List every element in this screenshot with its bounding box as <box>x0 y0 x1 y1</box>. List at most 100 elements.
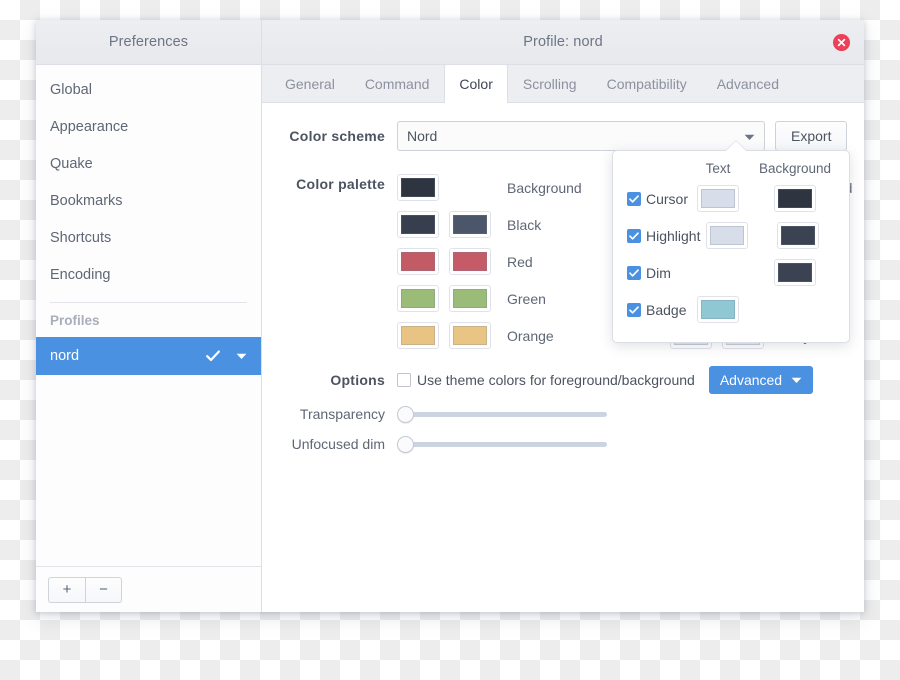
tab-scrolling[interactable]: Scrolling <box>508 64 592 102</box>
swatch-green-bright[interactable] <box>449 285 491 312</box>
highlight-checkbox[interactable] <box>627 228 641 243</box>
swatch-color <box>401 289 435 308</box>
color-scheme-select[interactable]: Nord <box>397 121 765 151</box>
check-icon[interactable] <box>206 350 220 362</box>
color-tab-pane: Color scheme Nord Export Color palette B… <box>262 103 864 612</box>
popover-arrow <box>725 141 747 152</box>
palette-row-label: Black <box>507 216 542 233</box>
badge-text-swatch[interactable] <box>697 296 739 323</box>
swatch-color <box>453 289 487 308</box>
dim-background-swatch[interactable] <box>774 259 816 286</box>
swatch-color <box>778 189 812 208</box>
advanced-button[interactable]: Advanced <box>708 366 814 394</box>
swatch-red-bright[interactable] <box>449 248 491 275</box>
highlight-toggle[interactable]: Highlight <box>627 228 700 244</box>
advanced-colors-popover: Text Background Cursor Highlight Dim Bad… <box>612 140 850 343</box>
highlight-bg-cell <box>762 222 835 249</box>
sidebar-item-shortcuts[interactable]: Shortcuts <box>36 219 261 256</box>
sidebar-title: Preferences <box>108 34 189 50</box>
tab-advanced[interactable]: Advanced <box>702 64 794 102</box>
tab-color[interactable]: Color <box>444 64 508 103</box>
sidebar-item-quake[interactable]: Quake <box>36 145 261 182</box>
dim-label: Dim <box>646 264 671 281</box>
swatch-color <box>401 215 435 234</box>
swatch-orange-normal[interactable] <box>397 322 439 349</box>
sidebar-item-label: Appearance <box>50 118 129 135</box>
cursor-toggle[interactable]: Cursor <box>627 191 689 207</box>
sidebar-item-label: Shortcuts <box>50 229 112 246</box>
swatch-background[interactable] <box>397 174 439 201</box>
theme-colors-checkbox[interactable] <box>397 373 411 387</box>
swatch-red-normal[interactable] <box>397 248 439 275</box>
main-panel: General Command Color Scrolling Compatib… <box>262 64 864 612</box>
sidebar-footer: + − <box>36 566 261 612</box>
slider-knob[interactable] <box>397 435 414 453</box>
swatch-color <box>453 215 487 234</box>
transparency-slider[interactable] <box>397 404 607 424</box>
swatch-green-normal[interactable] <box>397 285 439 312</box>
add-profile-button[interactable]: + <box>48 576 85 603</box>
swatch-black-normal[interactable] <box>397 211 439 238</box>
highlight-label: Highlight <box>646 227 701 244</box>
dim-toggle[interactable]: Dim <box>627 265 689 281</box>
tab-compatibility[interactable]: Compatibility <box>592 64 702 102</box>
tab-command[interactable]: Command <box>350 64 445 102</box>
unfocused-dim-slider[interactable] <box>397 434 607 454</box>
sidebar-item-label: Encoding <box>50 266 111 283</box>
dim-checkbox[interactable] <box>627 265 641 280</box>
cursor-checkbox[interactable] <box>627 191 641 206</box>
popover-row-badge: Badge <box>627 291 835 328</box>
sidebar-item-encoding[interactable]: Encoding <box>36 256 261 293</box>
main-title-area: Profile: nord <box>262 20 864 64</box>
chevron-down-icon <box>791 377 802 384</box>
column-header-background: Background <box>758 161 832 176</box>
cursor-text-swatch[interactable] <box>697 185 739 212</box>
chevron-down-icon[interactable] <box>236 353 247 360</box>
tab-label: Command <box>364 75 430 92</box>
window-body: Global Appearance Quake Bookmarks Shortc… <box>36 64 864 612</box>
swatch-color <box>778 263 812 282</box>
options-label: Options <box>330 372 385 388</box>
color-scheme-row: Color scheme Nord Export <box>262 121 864 151</box>
sidebar-section-profiles: Profiles <box>36 303 261 337</box>
highlight-text-cell <box>700 222 753 249</box>
tab-label: Advanced <box>716 75 779 92</box>
sidebar-item-bookmarks[interactable]: Bookmarks <box>36 182 261 219</box>
unfocused-dim-row: Unfocused dim <box>262 434 864 454</box>
dim-bg-cell <box>755 259 835 286</box>
badge-toggle[interactable]: Badge <box>627 302 689 318</box>
sidebar: Global Appearance Quake Bookmarks Shortc… <box>36 65 262 612</box>
highlight-text-swatch[interactable] <box>706 222 749 249</box>
palette-row-label: Orange <box>507 327 554 344</box>
profile-actions: + − <box>48 576 122 603</box>
badge-checkbox[interactable] <box>627 302 641 317</box>
sidebar-item-label: Quake <box>50 155 93 172</box>
window-title: Profile: nord <box>523 34 603 50</box>
tab-general[interactable]: General <box>270 64 350 102</box>
popover-row-highlight: Highlight <box>627 217 835 254</box>
swatch-color <box>401 252 435 271</box>
slider-knob[interactable] <box>397 405 414 423</box>
remove-profile-button[interactable]: − <box>85 576 122 603</box>
sidebar-item-global[interactable]: Global <box>36 71 261 108</box>
swatch-color <box>781 226 816 245</box>
transparency-label: Transparency <box>299 406 385 422</box>
swatch-orange-bright[interactable] <box>449 322 491 349</box>
column-header-text: Text <box>705 161 731 176</box>
cursor-bg-cell <box>755 185 835 212</box>
close-icon[interactable] <box>833 33 850 51</box>
theme-colors-label: Use theme colors for foreground/backgrou… <box>417 372 695 388</box>
slider-track <box>405 411 607 417</box>
tab-label: Color <box>459 76 493 92</box>
export-button[interactable]: Export <box>775 121 848 151</box>
palette-row-label: Green <box>507 290 546 307</box>
swatch-black-bright[interactable] <box>449 211 491 238</box>
highlight-background-swatch[interactable] <box>777 222 820 249</box>
swatch-color <box>701 300 735 319</box>
sidebar-item-appearance[interactable]: Appearance <box>36 108 261 145</box>
cursor-background-swatch[interactable] <box>774 185 816 212</box>
swatch-color <box>401 178 435 197</box>
tab-label: General <box>285 75 335 92</box>
sidebar-item-profile-nord[interactable]: nord <box>36 337 261 375</box>
slider-track <box>405 441 607 447</box>
